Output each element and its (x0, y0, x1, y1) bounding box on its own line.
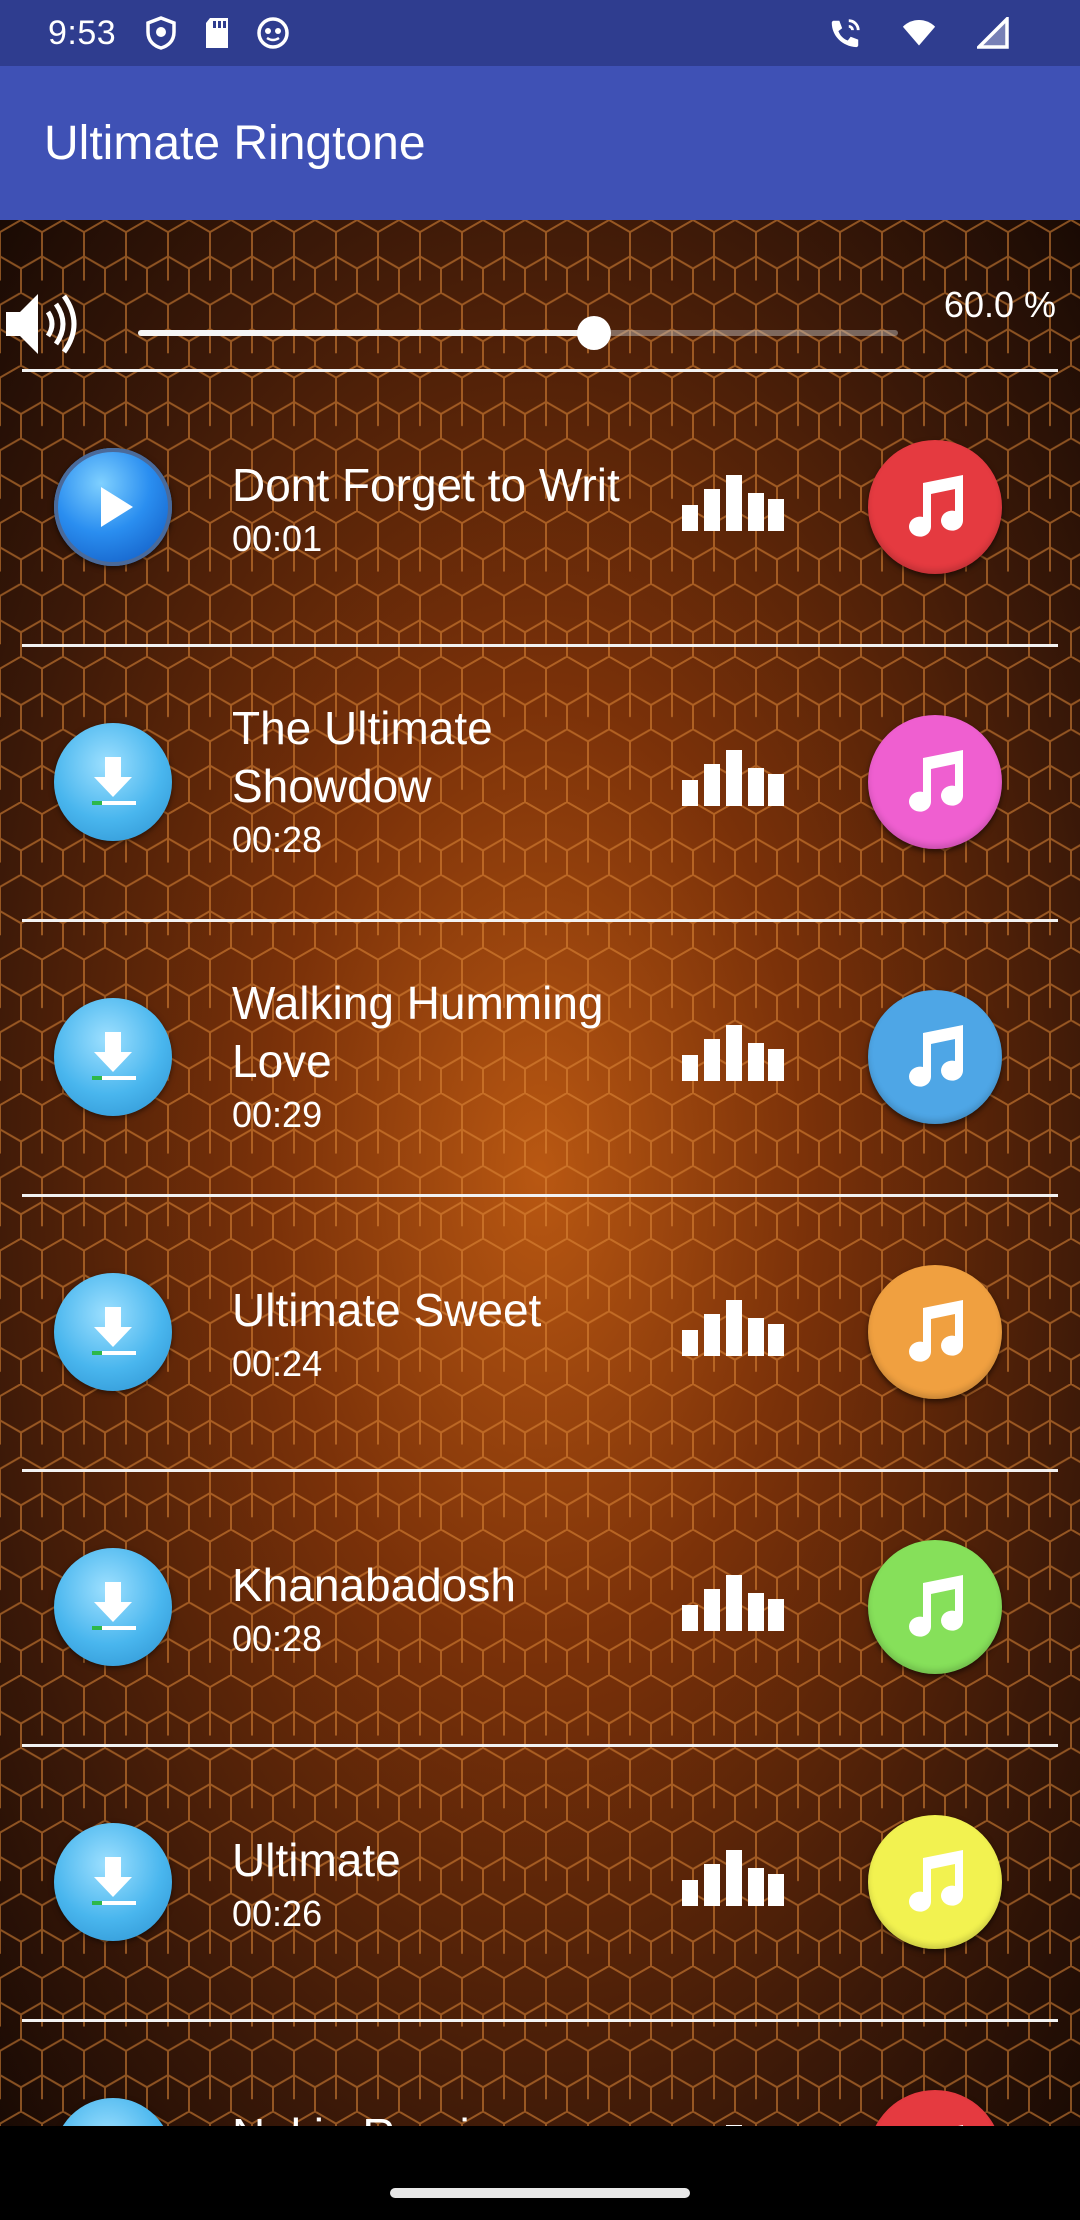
app-notification-icon (256, 16, 290, 50)
download-icon (92, 1582, 136, 1630)
equalizer-icon[interactable] (680, 1300, 786, 1356)
set-ringtone-button[interactable] (868, 440, 1002, 574)
home-gesture-handle[interactable] (390, 2188, 690, 2198)
download-icon (92, 1857, 136, 1905)
volume-slider-fill (138, 330, 594, 336)
song-info: Dont Forget to Writ 00:01 (232, 456, 652, 562)
song-title: Nokia Remix (232, 2106, 652, 2126)
song-duration: 00:24 (232, 1343, 323, 1384)
play-icon (101, 487, 133, 527)
equalizer-icon[interactable] (680, 1025, 786, 1081)
set-ringtone-button[interactable] (868, 990, 1002, 1124)
song-title: Walking Humming Love (232, 977, 604, 1087)
download-button[interactable] (54, 1823, 172, 1941)
download-button[interactable] (54, 998, 172, 1116)
song-info: Ultimate Sweet 00:24 (232, 1281, 652, 1387)
song-row[interactable]: Dont Forget to Writ 00:01 (0, 372, 1080, 644)
download-button[interactable] (54, 2098, 172, 2126)
song-info: The Ultimate Showdow 00:28 (232, 699, 652, 863)
song-info: Nokia Remix (232, 2106, 652, 2126)
volume-percentage: 60.0 % (943, 284, 1056, 325)
download-icon (92, 1307, 136, 1355)
app-bar: Ultimate Ringtone (0, 66, 1080, 220)
song-info: Walking Humming Love 00:29 (232, 974, 652, 1138)
download-icon (92, 757, 136, 805)
music-note-icon (909, 1300, 963, 1362)
song-title: Khanabadosh (232, 1559, 516, 1611)
song-duration: 00:28 (232, 1618, 323, 1659)
equalizer-icon[interactable] (680, 750, 786, 806)
shield-icon (144, 16, 178, 50)
signal-icon (976, 16, 1010, 50)
song-duration: 00:26 (232, 1893, 323, 1934)
song-title: The Ultimate Showdow (232, 702, 493, 812)
music-note-icon (909, 750, 963, 812)
volume-slider-thumb[interactable] (577, 316, 611, 350)
speaker-icon[interactable] (2, 284, 82, 364)
song-row[interactable]: Nokia Remix (0, 2022, 1080, 2126)
music-note-icon (909, 1850, 963, 1912)
sd-card-icon (200, 16, 234, 50)
app-title: Ultimate Ringtone (44, 116, 426, 170)
wifi-icon (902, 16, 936, 50)
equalizer-icon[interactable] (680, 475, 786, 531)
music-note-icon (909, 1025, 963, 1087)
download-button[interactable] (54, 1273, 172, 1391)
music-note-icon (958, 2125, 963, 2126)
download-icon (92, 1032, 136, 1080)
equalizer-icon[interactable] (680, 1850, 786, 1906)
set-ringtone-button[interactable] (868, 1265, 1002, 1399)
equalizer-icon[interactable] (680, 1575, 786, 1631)
song-title: Ultimate (232, 1834, 401, 1886)
status-time: 9:53 (48, 13, 117, 52)
download-button[interactable] (54, 723, 172, 841)
set-ringtone-button[interactable] (868, 2090, 1002, 2126)
song-row[interactable]: The Ultimate Showdow 00:28 (0, 647, 1080, 919)
set-ringtone-button[interactable] (868, 715, 1002, 849)
song-duration: 00:29 (232, 1094, 323, 1135)
volume-control: 60.0 % (0, 250, 1080, 370)
song-title: Dont Forget to Writ (232, 459, 620, 511)
set-ringtone-button[interactable] (868, 1815, 1002, 1949)
song-duration: 00:28 (232, 819, 323, 860)
song-row[interactable]: Ultimate 00:26 (0, 1747, 1080, 2019)
song-info: Ultimate 00:26 (232, 1831, 652, 1937)
status-bar: 9:53 (0, 0, 1080, 66)
song-duration: 00:01 (232, 518, 323, 559)
set-ringtone-button[interactable] (868, 1540, 1002, 1674)
song-row[interactable]: Khanabadosh 00:28 (0, 1472, 1080, 1744)
music-note-icon (909, 475, 963, 537)
music-note-icon (909, 1575, 963, 1637)
volume-slider[interactable] (138, 316, 898, 350)
ringtone-list-screen[interactable]: 60.0 % Dont Forget to Writ 00:01 The Ultim… (0, 220, 1080, 2126)
song-row[interactable]: Walking Humming Love 00:29 (0, 922, 1080, 1194)
navigation-bar (0, 2126, 1080, 2220)
download-button[interactable] (54, 1548, 172, 1666)
song-info: Khanabadosh 00:28 (232, 1556, 652, 1662)
play-button[interactable] (54, 448, 172, 566)
song-title: Ultimate Sweet (232, 1284, 542, 1336)
wifi-calling-icon (828, 16, 862, 50)
song-row[interactable]: Ultimate Sweet 00:24 (0, 1197, 1080, 1469)
